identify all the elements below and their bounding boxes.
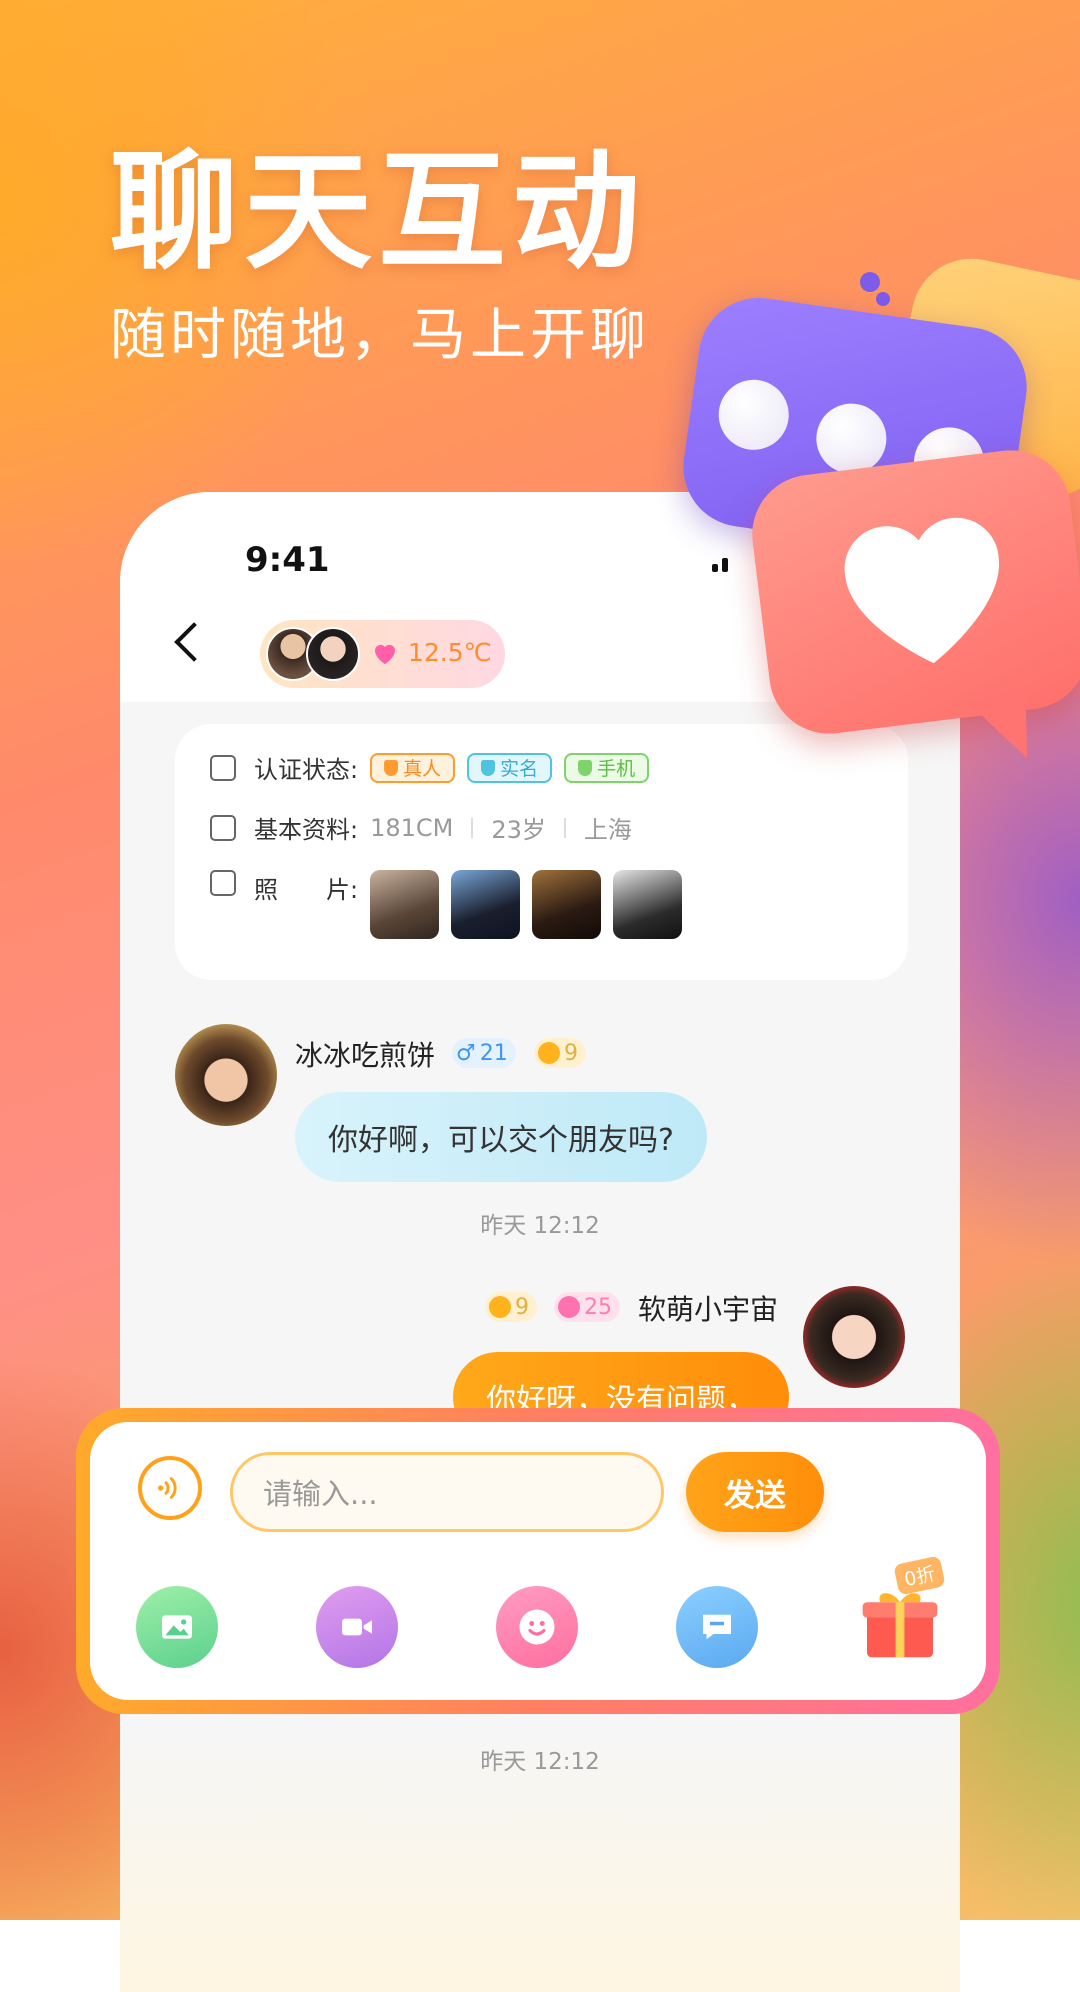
- emoji-button[interactable]: [496, 1586, 578, 1668]
- sender-name: 软萌小宇宙: [638, 1293, 779, 1326]
- profile-photo[interactable]: [370, 870, 440, 939]
- cert-tag-phone: 手机: [564, 752, 650, 783]
- basic-label: 基本资料:: [254, 816, 359, 844]
- chat-input-panel-inner: 请输入... 发送 0折: [90, 1422, 986, 1700]
- profile-photo[interactable]: [451, 870, 521, 939]
- profile-photo[interactable]: [532, 870, 602, 939]
- shield-icon: [384, 759, 399, 776]
- id-card-icon: [210, 754, 236, 781]
- heart-bubble-icon: [745, 443, 1080, 741]
- common-phrases-button[interactable]: [676, 1586, 758, 1668]
- cert-label: 认证状态:: [254, 756, 359, 784]
- profile-card: 认证状态: 真人 实名 手机 基本资料: 181CM 23岁 上海 照 片:: [175, 724, 908, 980]
- voice-icon: [158, 1477, 177, 1499]
- cert-tag-label: 手机: [597, 758, 636, 780]
- dot: [714, 375, 794, 455]
- shield-icon: [578, 759, 593, 776]
- sticker-dots: [876, 292, 890, 306]
- chat-input-panel: 请输入... 发送 0折: [76, 1408, 1000, 1714]
- sender-name: 冰冰吃煎饼: [295, 1039, 436, 1072]
- heart-icon: [844, 517, 999, 664]
- cert-tag-label: 实名: [500, 758, 539, 780]
- sticker-dots: [860, 272, 880, 292]
- level-badge: 9: [485, 1292, 537, 1322]
- age-value: 23岁: [491, 816, 546, 844]
- send-button[interactable]: 发送: [686, 1452, 824, 1532]
- document-icon: [210, 814, 236, 841]
- gift-button[interactable]: 0折: [850, 1555, 950, 1672]
- city-value: 上海: [583, 816, 632, 844]
- status-time: 9:41: [245, 540, 330, 580]
- photos-label: 照 片:: [254, 876, 359, 904]
- profile-photo[interactable]: [613, 870, 683, 939]
- chat-bubble-icon: [703, 1614, 731, 1640]
- shield-icon: [481, 759, 496, 776]
- message-bubble-received[interactable]: 你好啊，可以交个朋友吗?: [295, 1092, 707, 1182]
- divider: [563, 817, 566, 838]
- intimacy-temperature: 12.5℃: [408, 638, 492, 667]
- image-button[interactable]: [136, 1586, 218, 1668]
- male-icon: ♂: [456, 1040, 476, 1066]
- cert-row: 认证状态: 真人 实名 手机: [210, 750, 661, 785]
- message-input[interactable]: 请输入...: [230, 1452, 664, 1532]
- cert-tag-name: 实名: [467, 752, 553, 783]
- level-badge: 9: [534, 1038, 586, 1068]
- age-value: 21: [479, 1040, 508, 1066]
- smile-icon: [519, 1609, 555, 1645]
- hero-subtitle: 随时随地，马上开聊: [110, 303, 650, 368]
- gender-age-badge: ♂ 21: [452, 1038, 516, 1068]
- crown-icon: [538, 1042, 560, 1064]
- message-timestamp: 昨天 12:12: [480, 1213, 600, 1239]
- crown-icon: [489, 1296, 511, 1318]
- gender-age-badge: 25: [554, 1292, 620, 1322]
- basic-info-row: 基本资料: 181CM 23岁 上海: [210, 810, 632, 845]
- age-value: 25: [584, 1294, 612, 1320]
- avatar[interactable]: [803, 1286, 905, 1388]
- female-icon: [558, 1296, 580, 1318]
- hero-title: 聊天互动: [110, 138, 647, 287]
- back-button[interactable]: [174, 622, 214, 662]
- heart-icon: [375, 644, 395, 665]
- video-call-button[interactable]: [316, 1586, 398, 1668]
- image-icon: [210, 870, 236, 896]
- avatar: [306, 627, 360, 681]
- level-value: 9: [515, 1294, 529, 1320]
- avatar[interactable]: [175, 1024, 277, 1126]
- intimacy-pill[interactable]: 12.5℃: [260, 620, 505, 688]
- divider: [471, 817, 474, 838]
- cert-tag-label: 真人: [403, 758, 442, 780]
- photos-row: 照 片:: [210, 870, 694, 939]
- image-icon: [162, 1615, 192, 1639]
- cert-tag-real: 真人: [370, 752, 456, 783]
- level-value: 9: [564, 1040, 578, 1066]
- signal-icon: [712, 558, 730, 572]
- height-value: 181CM: [370, 813, 454, 842]
- voice-button[interactable]: [138, 1456, 202, 1520]
- video-camera-icon: [342, 1618, 372, 1636]
- message-timestamp: 昨天 12:12: [480, 1749, 600, 1775]
